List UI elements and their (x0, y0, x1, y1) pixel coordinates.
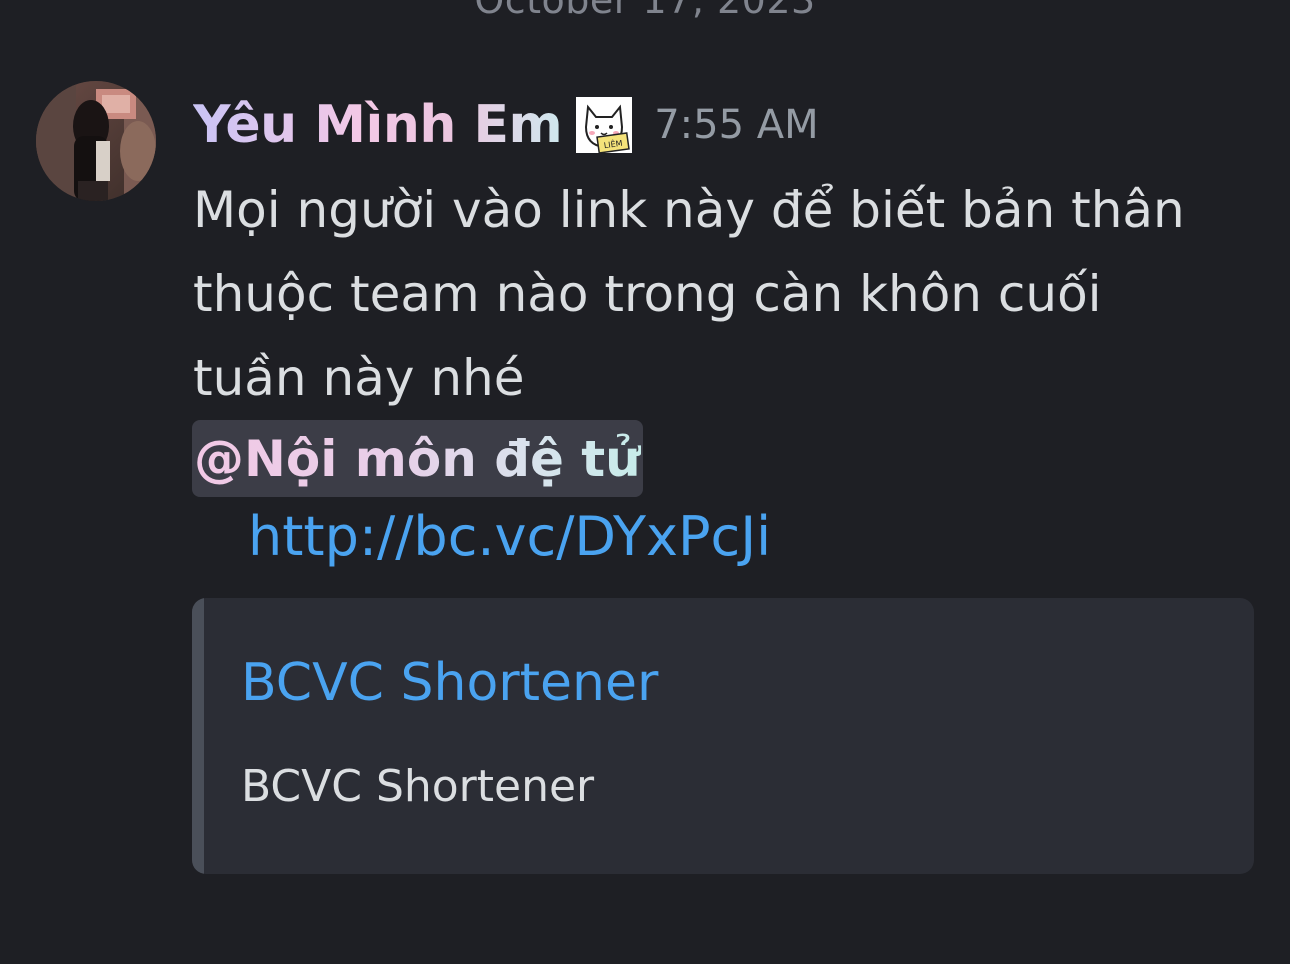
message-line-2: thuộc team nào trong càn khôn cuối (193, 265, 1102, 323)
embed-description: BCVC Shortener (241, 761, 595, 812)
message-header: Yêu Mình Em LIÊM 7:55 AM (193, 90, 819, 160)
embed-accent-bar (192, 598, 204, 874)
message-line-1: Mọi người vào link này để biết bản thân (193, 181, 1185, 239)
avatar[interactable] (36, 81, 156, 201)
message-content: Mọi người vào link này để biết bản thân … (193, 168, 1253, 420)
avatar-photo-icon (36, 81, 156, 201)
role-mention-text: @Nội môn đệ tử (194, 429, 641, 488)
author-name[interactable]: Yêu Mình Em (193, 95, 563, 155)
message-timestamp: 7:55 AM (654, 102, 819, 148)
message-link[interactable]: http://bc.vc/DYxPcJi (248, 505, 771, 568)
cat-liem-sticker-icon: LIÊM (576, 97, 633, 154)
chat-message: Yêu Mình Em LIÊM 7:55 AM Mọi người vào l… (0, 0, 1290, 964)
link-embed: BCVC Shortener BCVC Shortener (192, 598, 1254, 874)
embed-title[interactable]: BCVC Shortener (241, 653, 658, 713)
message-line-3: tuần này nhé (193, 349, 525, 407)
role-mention[interactable]: @Nội môn đệ tử (192, 420, 643, 497)
